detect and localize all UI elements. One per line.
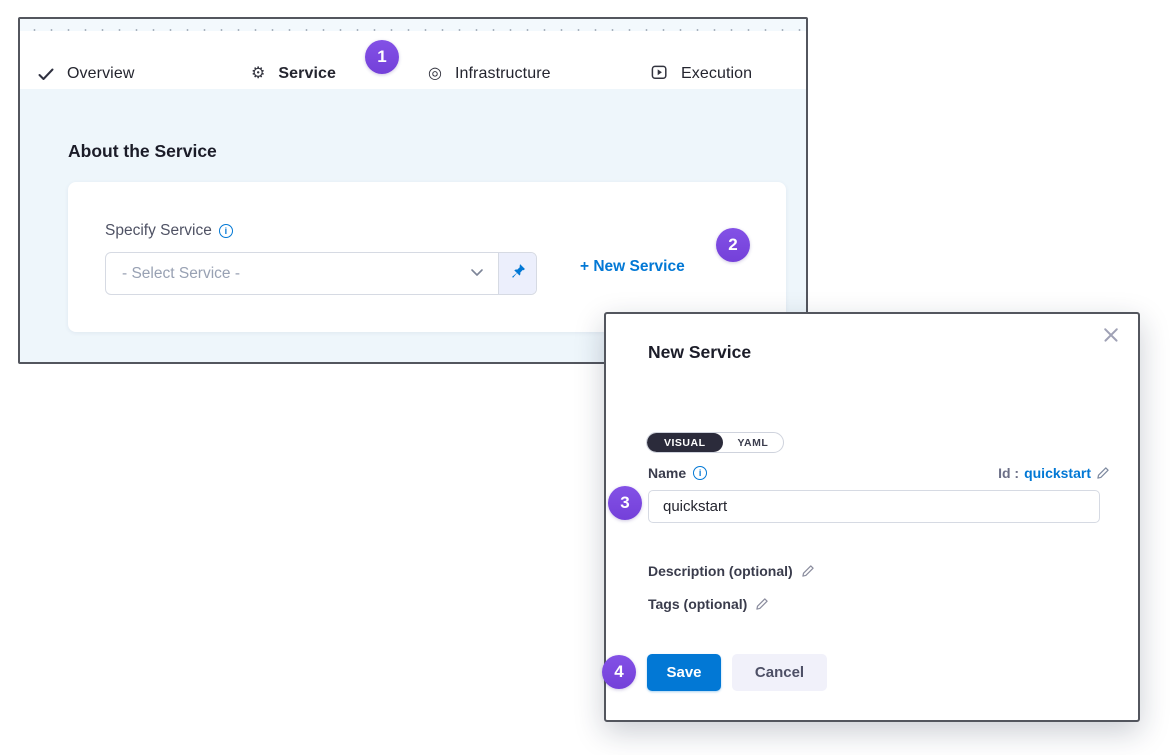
canvas-dots-strip	[20, 19, 806, 31]
description-row: Description (optional)	[648, 563, 815, 579]
save-button[interactable]: Save	[647, 654, 721, 691]
visual-yaml-toggle: VISUAL YAML	[646, 432, 784, 453]
service-name-input[interactable]	[648, 490, 1100, 523]
edit-description-icon[interactable]	[801, 564, 815, 578]
step-badge-2: 2	[716, 228, 750, 262]
step-badge-1: 1	[365, 40, 399, 74]
specify-service-label-row: Specify Service i	[105, 222, 233, 240]
tab-overview-label: Overview	[67, 65, 134, 83]
gear-icon: ⚙	[251, 66, 265, 82]
pin-runtime-input-button[interactable]	[498, 253, 536, 294]
specify-service-card: Specify Service i - Select Service -	[68, 182, 786, 332]
pin-icon	[509, 263, 526, 285]
toggle-yaml[interactable]: YAML	[723, 433, 784, 452]
tags-label: Tags (optional)	[648, 596, 747, 612]
tab-service[interactable]: ⚙ Service	[251, 61, 336, 87]
tutorial-screenshot: Overview ⚙ Service ◎ Infrastructure Exec…	[0, 0, 1170, 755]
toggle-visual[interactable]: VISUAL	[647, 433, 723, 452]
name-label: Name	[648, 465, 686, 481]
service-select[interactable]: - Select Service -	[106, 253, 498, 294]
name-label-row: Name i Id : quickstart	[648, 465, 1110, 481]
new-service-link[interactable]: + New Service	[580, 258, 685, 276]
tab-infrastructure-label: Infrastructure	[455, 65, 551, 83]
tags-row: Tags (optional)	[648, 596, 769, 612]
info-icon[interactable]: i	[219, 224, 233, 238]
cancel-button[interactable]: Cancel	[732, 654, 827, 691]
info-icon[interactable]: i	[693, 466, 707, 480]
infrastructure-icon: ◎	[428, 66, 442, 82]
tab-execution[interactable]: Execution	[651, 61, 752, 87]
step-badge-3: 3	[608, 486, 642, 520]
edit-id-icon[interactable]	[1096, 466, 1110, 480]
close-icon[interactable]	[1100, 324, 1122, 346]
check-icon	[38, 68, 54, 81]
chevron-down-icon	[470, 265, 484, 283]
description-label: Description (optional)	[648, 563, 793, 579]
tab-execution-label: Execution	[681, 65, 752, 83]
id-value[interactable]: quickstart	[1024, 465, 1091, 481]
new-service-modal: New Service VISUAL YAML Name i Id : quic…	[604, 312, 1140, 722]
section-heading: About the Service	[68, 141, 217, 162]
modal-title: New Service	[648, 342, 751, 363]
tab-service-label: Service	[278, 65, 336, 83]
service-select-group: - Select Service -	[105, 252, 537, 295]
stage-tabbar: Overview ⚙ Service ◎ Infrastructure Exec…	[20, 31, 806, 88]
edit-tags-icon[interactable]	[755, 597, 769, 611]
service-select-placeholder: - Select Service -	[122, 265, 470, 283]
tab-infrastructure[interactable]: ◎ Infrastructure	[428, 61, 551, 87]
step-badge-4: 4	[602, 655, 636, 689]
service-id-row: Id : quickstart	[998, 465, 1110, 481]
execution-icon	[651, 64, 668, 85]
specify-service-label: Specify Service	[105, 222, 212, 240]
id-prefix: Id :	[998, 465, 1019, 481]
tab-overview[interactable]: Overview	[38, 61, 134, 87]
